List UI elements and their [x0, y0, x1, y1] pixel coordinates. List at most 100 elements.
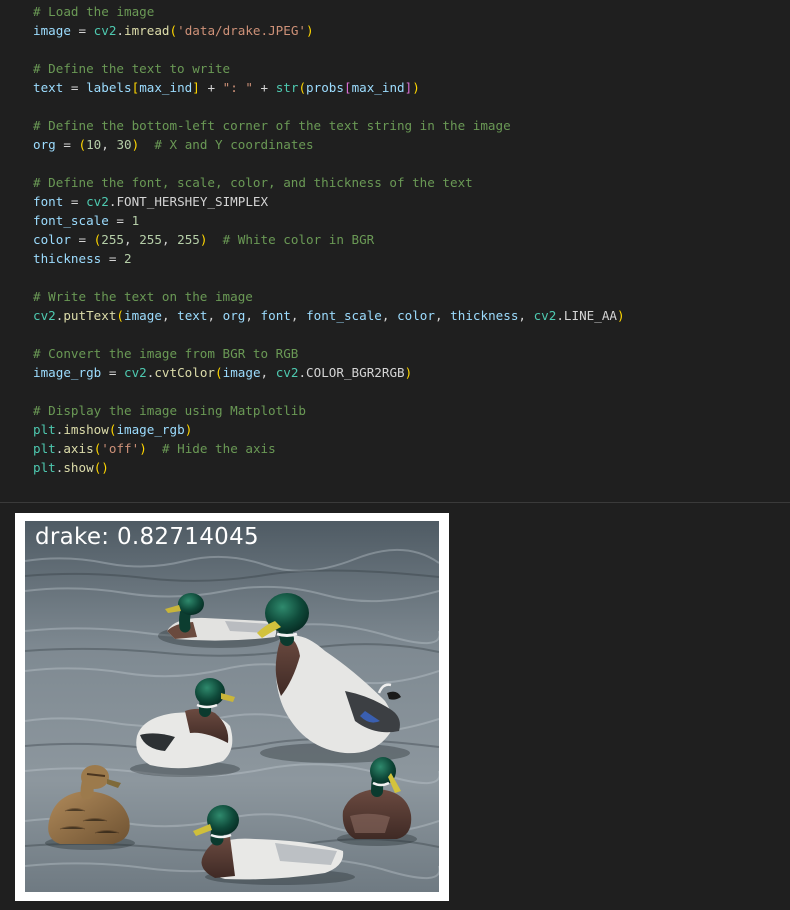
code-token: = [63, 194, 87, 209]
code-line[interactable]: color = (255, 255, 255) # White color in… [33, 230, 625, 249]
code-line[interactable]: # Load the image [33, 2, 625, 21]
code-token: image_rgb [33, 365, 102, 380]
code-line[interactable]: image_rgb = cv2.cvtColor(image, cv2.COLO… [33, 363, 625, 382]
code-line[interactable] [33, 154, 625, 173]
code-editor[interactable]: # Load the image image = cv2.imread('data… [33, 2, 625, 477]
code-token: font [33, 194, 64, 209]
code-line[interactable]: plt.axis('off') # Hide the axis [33, 439, 625, 458]
code-token: 30 [116, 137, 132, 152]
code-token: axis [63, 441, 94, 456]
code-token: # Display the image using Matplotlib [33, 403, 306, 418]
code-token: show [63, 460, 94, 475]
code-token: # Define the font, scale, color, and thi… [33, 175, 473, 190]
code-token: org [33, 137, 56, 152]
code-token: , [518, 308, 534, 323]
code-token: = [101, 365, 124, 380]
code-line[interactable]: # Display the image using Matplotlib [33, 401, 625, 420]
code-token: imshow [63, 422, 109, 437]
code-line[interactable]: plt.show() [33, 458, 625, 477]
code-token: image_rgb [116, 422, 185, 437]
code-token: ( [215, 365, 223, 380]
code-token: image [124, 308, 162, 323]
code-token: putText [63, 308, 117, 323]
code-token: , [290, 308, 307, 323]
code-token: cv2 [275, 365, 299, 380]
code-line[interactable] [33, 268, 625, 287]
code-token: font_scale [306, 308, 382, 323]
code-token: = [108, 213, 132, 228]
code-line[interactable] [33, 97, 625, 116]
code-token: . [556, 308, 564, 323]
cell-output: drake: 0.82714045 [0, 503, 790, 910]
code-token: # Define the text to write [33, 61, 231, 76]
code-token: 10 [86, 137, 102, 152]
code-token: imread [124, 23, 170, 38]
code-token: = [101, 251, 124, 266]
prediction-overlay-text: drake: 0.82714045 [35, 524, 259, 550]
code-token: cv2 [533, 308, 557, 323]
code-line[interactable]: image = cv2.imread('data/drake.JPEG') [33, 21, 625, 40]
code-line[interactable]: # Define the font, scale, color, and thi… [33, 173, 625, 192]
code-line[interactable]: plt.imshow(image_rgb) [33, 420, 625, 439]
code-token: plt [33, 441, 56, 456]
code-token: # Hide the axis [161, 441, 276, 456]
code-line[interactable]: font = cv2.FONT_HERSHEY_SIMPLEX [33, 192, 625, 211]
code-line[interactable]: # Define the bottom-left corner of the t… [33, 116, 625, 135]
code-token: 255 [101, 232, 125, 247]
code-token: image [33, 23, 71, 38]
code-token: ) [306, 23, 314, 38]
code-token: 1 [131, 213, 140, 228]
code-token: , [381, 308, 398, 323]
code-token: ": " [222, 80, 253, 95]
code-token: thickness [33, 251, 102, 266]
code-token: org [222, 308, 246, 323]
code-token: , [161, 308, 178, 323]
code-token: ) [139, 441, 147, 456]
code-cell[interactable]: # Load the image image = cv2.imread('data… [0, 0, 790, 502]
code-token: , [124, 232, 140, 247]
code-token: # X and Y coordinates [154, 137, 314, 152]
code-line[interactable] [33, 325, 625, 344]
code-token: = [70, 23, 94, 38]
code-token: , [260, 365, 276, 380]
ducks-photo [25, 521, 439, 892]
code-line[interactable]: text = labels[max_ind] + ": " + str(prob… [33, 78, 625, 97]
code-token: ) [404, 365, 413, 380]
code-token: plt [33, 460, 56, 475]
code-token: COLOR_BGR2RGB [306, 365, 405, 380]
code-token: cvtColor [154, 365, 216, 380]
code-token: color [33, 232, 71, 247]
code-token: ) [184, 422, 193, 437]
code-token: cv2 [93, 23, 117, 38]
code-token: , [434, 308, 451, 323]
code-token: = [55, 137, 79, 152]
code-line[interactable]: cv2. putText(image, text, org, font, font… [33, 306, 625, 325]
code-line[interactable] [33, 382, 625, 401]
code-token: ( [298, 80, 307, 95]
code-token: , [101, 137, 117, 152]
code-token: , [207, 308, 223, 323]
code-token: cv2 [86, 194, 109, 209]
code-token: ( [116, 308, 125, 323]
code-token: str [275, 80, 299, 95]
code-token: font [260, 308, 291, 323]
code-line[interactable]: thickness = 2 [33, 249, 625, 268]
code-token: [ [343, 80, 352, 95]
code-token: ( [169, 23, 178, 38]
code-line[interactable]: # Write the text on the image [33, 287, 625, 306]
code-line[interactable]: # Define the text to write [33, 59, 625, 78]
code-line[interactable]: org = (10, 30) # X and Y coordinates [33, 135, 625, 154]
code-token: max_ind [351, 80, 405, 95]
code-token: + [199, 80, 223, 95]
code-line[interactable]: # Convert the image from BGR to RGB [33, 344, 625, 363]
code-line[interactable] [33, 40, 625, 59]
code-token: 'data/drake.JPEG' [177, 23, 307, 38]
code-token: color [397, 308, 435, 323]
code-token: ) [412, 80, 420, 95]
code-line[interactable]: font_scale = 1 [33, 211, 625, 230]
matplotlib-figure: drake: 0.82714045 [15, 513, 449, 901]
code-token: # Load the image [33, 4, 155, 19]
